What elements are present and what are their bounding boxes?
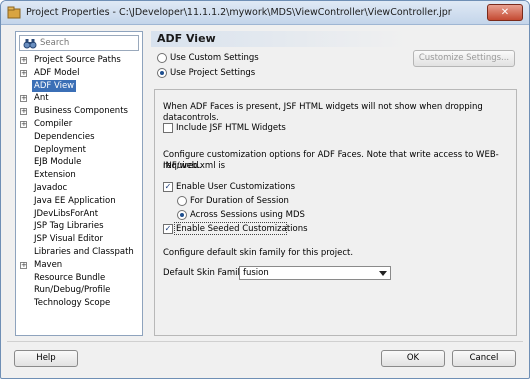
focus-ring — [174, 222, 287, 235]
search-input[interactable] — [38, 36, 136, 50]
expand-plus-icon[interactable]: + — [20, 57, 27, 64]
tree-item-label: Java EE Application — [34, 195, 116, 206]
tree-item-label: Libraries and Classpath — [34, 246, 134, 257]
binoculars-icon — [23, 39, 37, 49]
tree-item-business-components[interactable]: + Business Components — [16, 105, 142, 118]
category-tree-pane: + Project Source Paths + ADF Model ADF V… — [15, 31, 143, 336]
enable-seeded-customizations-checkbox[interactable]: ✓ — [163, 224, 173, 234]
tree-item-compiler[interactable]: + Compiler — [16, 118, 142, 131]
close-button[interactable]: ✕ — [487, 4, 523, 21]
footer-separator — [7, 341, 523, 342]
expand-plus-icon[interactable]: + — [20, 95, 27, 103]
search-box[interactable] — [19, 35, 139, 51]
ok-button[interactable]: OK — [381, 350, 445, 367]
tree-item-label: Extension — [34, 170, 76, 181]
skin-family-note: Configure default skin family for this p… — [163, 248, 354, 258]
page-title: ADF View — [157, 32, 216, 45]
tree-item-resource-bundle[interactable]: Resource Bundle — [16, 272, 142, 285]
tree-item-technology-scope[interactable]: Technology Scope — [16, 297, 142, 310]
across-sessions-using-mds-label: Across Sessions using MDS — [190, 210, 305, 220]
tree-item-label: Business Components — [34, 106, 128, 117]
enable-user-customizations-label: Enable User Customizations — [176, 182, 296, 192]
cancel-button-label: Cancel — [469, 353, 499, 363]
jsf-widgets-note: When ADF Faces is present, JSF HTML widg… — [163, 102, 483, 123]
tree-item-javadoc[interactable]: Javadoc — [16, 182, 142, 195]
close-icon: ✕ — [500, 7, 510, 18]
include-jsf-html-widgets-label: Include JSF HTML Widgets — [176, 123, 286, 133]
tree-item-label: Technology Scope — [34, 298, 111, 309]
tree-item-maven[interactable]: + Maven — [16, 259, 142, 272]
chevron-down-icon — [379, 271, 387, 276]
default-skin-family-value: fusion — [243, 268, 269, 278]
default-skin-family-select[interactable]: fusion — [239, 266, 391, 280]
customization-note-line1: Configure customization options for ADF … — [163, 150, 499, 171]
tree-item-label: Deployment — [34, 144, 86, 155]
expand-plus-icon[interactable]: + — [20, 108, 27, 116]
tree-item-label: Maven — [34, 259, 63, 270]
tree-item-adf-model[interactable]: + ADF Model — [16, 67, 142, 80]
cancel-button[interactable]: Cancel — [452, 350, 516, 367]
jdeveloper-app-icon — [7, 6, 21, 19]
tree-item-extension[interactable]: Extension — [16, 169, 142, 182]
category-tree: + Project Source Paths + ADF Model ADF V… — [16, 54, 142, 310]
expand-plus-icon[interactable]: + — [20, 261, 27, 269]
use-project-settings-radio[interactable] — [157, 68, 167, 78]
help-button-label: Help — [36, 353, 56, 363]
tree-item-label: Resource Bundle — [34, 272, 106, 283]
use-custom-settings-label: Use Custom Settings — [170, 53, 259, 63]
tree-item-label: Javadoc — [34, 182, 68, 193]
use-project-settings-label: Use Project Settings — [170, 68, 256, 78]
window-title: Project Properties - C:\JDeveloper\11.1.… — [26, 7, 452, 18]
include-jsf-html-widgets-checkbox[interactable] — [163, 123, 173, 133]
tree-item-deployment[interactable]: Deployment — [16, 144, 142, 157]
tree-item-label: JSP Tag Libraries — [34, 221, 104, 232]
tree-item-jdevlibsforant[interactable]: JDevLibsForAnt — [16, 208, 142, 221]
tree-item-ejb-module[interactable]: EJB Module — [16, 156, 142, 169]
tree-item-label: JDevLibsForAnt — [34, 208, 99, 219]
tree-item-label: Project Source Paths — [34, 55, 121, 65]
settings-panel: When ADF Faces is present, JSF HTML widg… — [154, 89, 517, 336]
tree-item-label: EJB Module — [34, 157, 82, 168]
customize-settings-button[interactable]: Customize Settings... — [413, 50, 515, 67]
tree-item-java-ee-application[interactable]: Java EE Application — [16, 195, 142, 208]
tree-item-label: Dependencies — [34, 131, 95, 142]
tree-item-label: Compiler — [34, 118, 73, 129]
help-button[interactable]: Help — [14, 350, 78, 367]
enable-user-customizations-checkbox[interactable]: ✓ — [163, 182, 173, 192]
adf-view-settings-pane: ADF View Use Custom Settings Use Project… — [151, 31, 517, 336]
tree-item-adf-view[interactable]: ADF View — [16, 79, 142, 93]
tree-item-run-debug-profile[interactable]: Run/Debug/Profile — [16, 284, 142, 297]
tree-item-libraries-and-classpath[interactable]: Libraries and Classpath — [16, 246, 142, 259]
ok-button-label: OK — [406, 353, 420, 363]
page-title-bar: ADF View — [151, 31, 517, 47]
tree-item-jsp-visual-editor[interactable]: JSP Visual Editor — [16, 233, 142, 246]
project-properties-dialog: Project Properties - C:\JDeveloper\11.1.… — [0, 0, 530, 379]
tree-item-label: Ant — [34, 93, 49, 104]
tree-item-label: JSP Visual Editor — [34, 234, 103, 245]
tree-item-project-source-paths[interactable]: + Project Source Paths — [16, 54, 142, 67]
across-sessions-using-mds-radio[interactable] — [177, 210, 187, 220]
for-duration-of-session-radio[interactable] — [177, 196, 187, 206]
expand-plus-icon[interactable]: + — [20, 69, 27, 77]
expand-plus-icon[interactable]: + — [20, 120, 27, 128]
tree-item-label: ADF Model — [34, 67, 80, 78]
tree-item-label: Run/Debug/Profile — [34, 285, 111, 296]
title-bar: Project Properties - C:\JDeveloper\11.1.… — [1, 1, 529, 25]
customization-note-line2: required. — [163, 161, 202, 171]
tree-item-label: ADF View — [32, 79, 77, 93]
for-duration-of-session-label: For Duration of Session — [190, 196, 289, 206]
default-skin-family-label: Default Skin Family: — [163, 268, 248, 278]
tree-item-jsp-tag-libraries[interactable]: JSP Tag Libraries — [16, 220, 142, 233]
tree-item-dependencies[interactable]: Dependencies — [16, 131, 142, 144]
tree-item-ant[interactable]: + Ant — [16, 92, 142, 105]
use-custom-settings-radio[interactable] — [157, 53, 167, 63]
